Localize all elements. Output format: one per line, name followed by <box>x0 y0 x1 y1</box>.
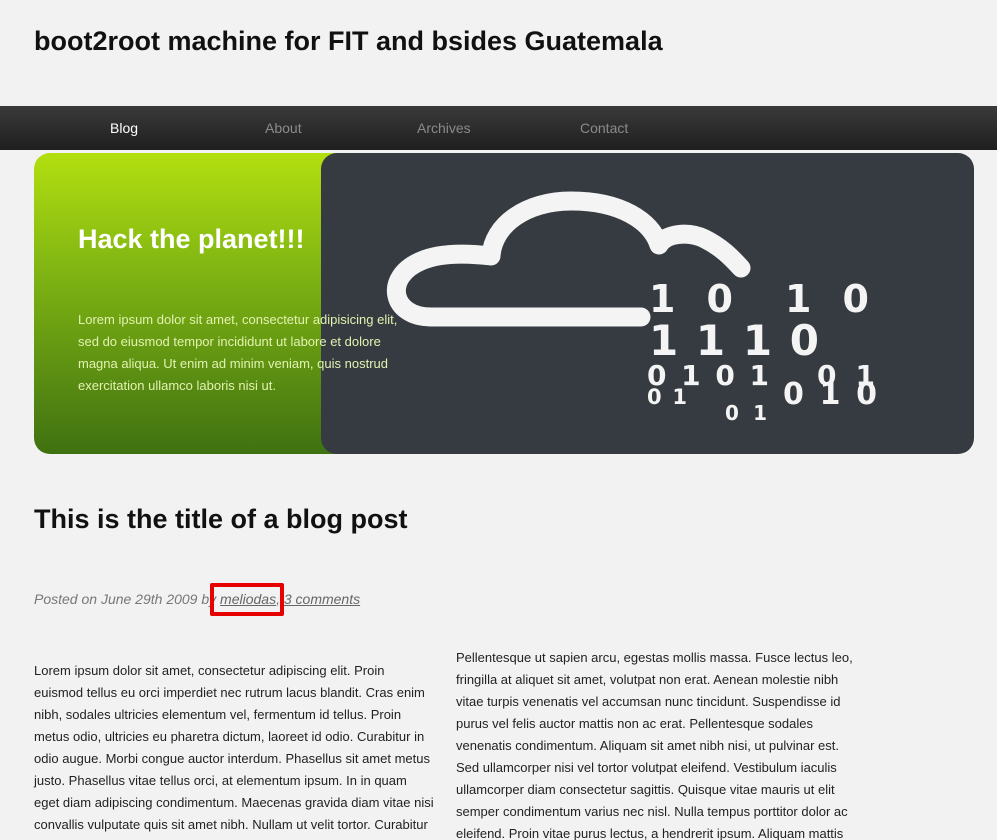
hero-digits-6: 01 <box>647 385 687 409</box>
cloud-binary-icon: 10 10 1110 0101 01 01 010 01 <box>321 153 974 454</box>
hero-digits-1: 10 <box>649 277 733 321</box>
nav-item-blog[interactable]: Blog <box>110 106 138 150</box>
nav-item-about[interactable]: About <box>265 106 302 150</box>
post-body-left: Lorem ipsum dolor sit amet, consectetur … <box>34 663 434 832</box>
hero-digits-2: 10 <box>785 277 869 321</box>
comments-link[interactable]: 3 comments <box>284 591 360 607</box>
main-navigation: Blog About Archives Contact <box>0 106 997 150</box>
nav-item-contact[interactable]: Contact <box>580 106 628 150</box>
hero-digits-3: 1110 <box>649 316 819 365</box>
hero-digits-7: 010 <box>783 377 877 412</box>
nav-item-archives[interactable]: Archives <box>417 106 471 150</box>
hero-text: Lorem ipsum dolor sit amet, consectetur … <box>78 312 398 393</box>
post-meta-separator: , <box>276 591 280 607</box>
post-title: This is the title of a blog post <box>34 504 408 534</box>
post-body-right: Pellentesque ut sapien arcu, egestas mol… <box>456 650 853 840</box>
author-link[interactable]: meliodas <box>220 591 276 607</box>
hero-digits-8: 01 <box>725 401 767 425</box>
post-meta-prefix: Posted on June 29th 2009 by <box>34 591 217 607</box>
author-highlight: meliodas <box>210 583 285 616</box>
hero-heading: Hack the planet!!! <box>78 224 305 254</box>
post-meta: Posted on June 29th 2009 by meliodas , 3… <box>34 583 360 616</box>
site-title: boot2root machine for FIT and bsides Gua… <box>34 26 663 56</box>
